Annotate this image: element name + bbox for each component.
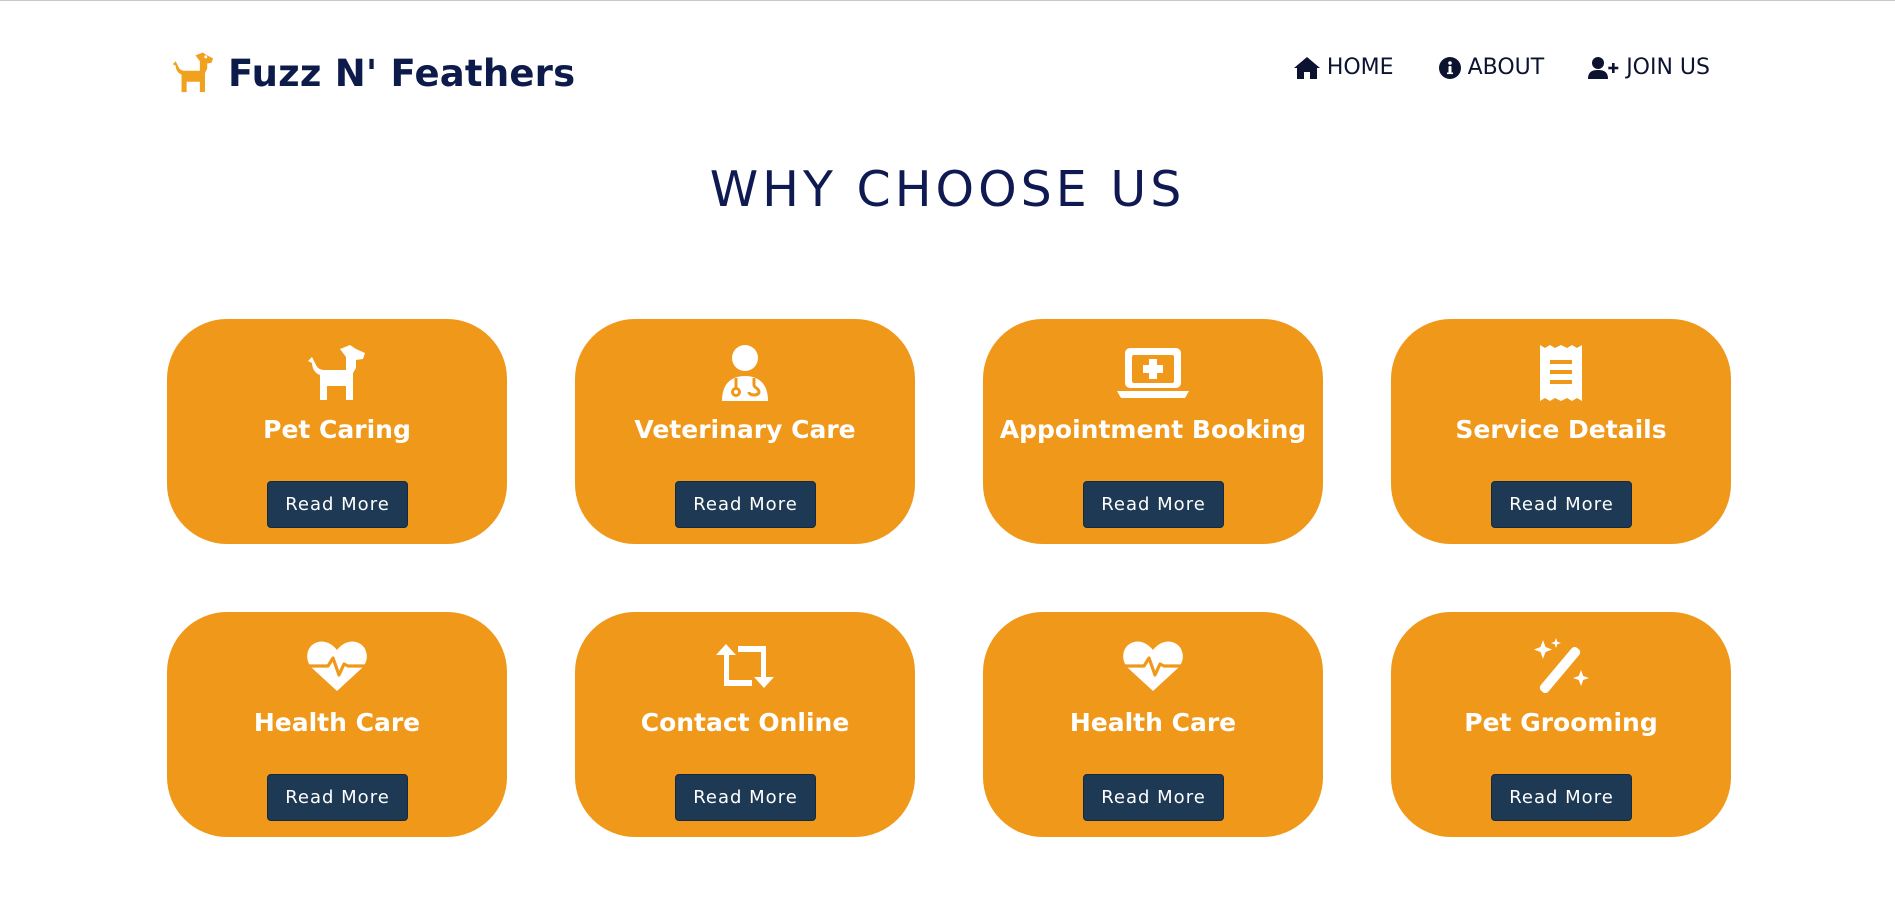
feature-card-service-details: Service Details Read More: [1391, 319, 1731, 544]
home-icon: [1293, 56, 1320, 79]
feature-card-contact-online: Contact Online Read More: [575, 612, 915, 837]
main-nav: HOME ABOUT JOIN US: [1293, 55, 1710, 80]
card-title: Contact Online: [640, 708, 850, 737]
section-title: WHY CHOOSE US: [709, 161, 1186, 218]
read-more-button[interactable]: Read More: [675, 481, 816, 528]
read-more-button[interactable]: Read More: [267, 481, 408, 528]
read-more-button[interactable]: Read More: [267, 774, 408, 821]
heart-pulse-icon: [307, 641, 367, 691]
card-title: Appointment Booking: [999, 415, 1307, 444]
brand[interactable]: Fuzz N' Feathers: [170, 48, 575, 98]
info-icon: [1438, 56, 1461, 79]
nav-home[interactable]: HOME: [1293, 55, 1394, 80]
read-more-button[interactable]: Read More: [1491, 774, 1632, 821]
read-more-button[interactable]: Read More: [1491, 481, 1632, 528]
feature-card-pet-caring: Pet Caring Read More: [167, 319, 507, 544]
receipt-icon: [1540, 345, 1582, 401]
card-title: Service Details: [1455, 415, 1667, 444]
retweet-icon: [716, 644, 774, 688]
user-plus-icon: [1588, 56, 1619, 79]
card-title: Health Care: [1069, 708, 1237, 737]
nav-home-label: HOME: [1326, 55, 1394, 80]
card-title: Pet Caring: [263, 415, 411, 444]
heart-pulse-icon: [1123, 641, 1183, 691]
read-more-button[interactable]: Read More: [1083, 481, 1224, 528]
features-grid: Pet Caring Read More Veterinary Care Rea…: [167, 319, 1732, 839]
card-title: Veterinary Care: [634, 415, 856, 444]
dog-icon: [172, 52, 214, 93]
doctor-icon: [722, 345, 768, 401]
nav-about[interactable]: ABOUT: [1438, 55, 1545, 80]
card-title: Pet Grooming: [1464, 708, 1658, 737]
dog-icon: [308, 345, 365, 400]
read-more-button[interactable]: Read More: [1083, 774, 1224, 821]
feature-card-veterinary-care: Veterinary Care Read More: [575, 319, 915, 544]
nav-about-label: ABOUT: [1467, 55, 1545, 80]
feature-card-appointment-booking: Appointment Booking Read More: [983, 319, 1323, 544]
nav-join-us-label: JOIN US: [1626, 55, 1710, 80]
card-title: Health Care: [253, 708, 421, 737]
site-header: Fuzz N' Feathers HOME ABOUT JOIN US: [0, 0, 1895, 140]
feature-card-health-care-2: Health Care Read More: [983, 612, 1323, 837]
nav-join-us[interactable]: JOIN US: [1588, 55, 1710, 80]
magic-wand-icon: [1534, 638, 1589, 694]
read-more-button[interactable]: Read More: [675, 774, 816, 821]
feature-card-pet-grooming: Pet Grooming Read More: [1391, 612, 1731, 837]
feature-card-health-care: Health Care Read More: [167, 612, 507, 837]
brand-name: Fuzz N' Feathers: [228, 51, 576, 95]
laptop-medical-icon: [1117, 348, 1189, 398]
